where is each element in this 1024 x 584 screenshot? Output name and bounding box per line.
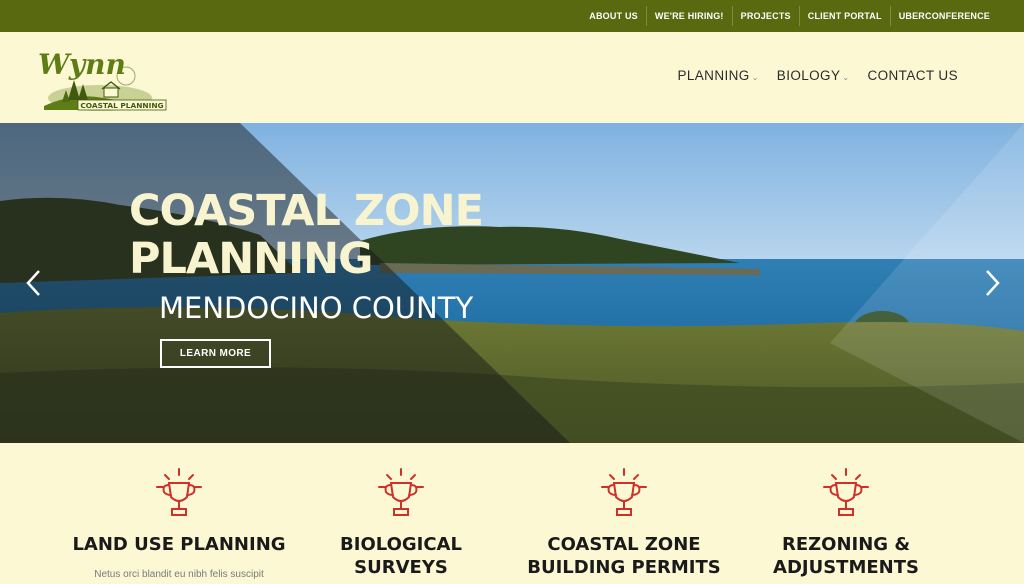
service-card[interactable]: BIOLOGICAL SURVEYS: [291, 467, 511, 579]
topbar-link-uberconference[interactable]: UBERCONFERENCE: [889, 6, 998, 26]
topbar-link-client-portal[interactable]: CLIENT PORTAL: [798, 6, 890, 26]
services-section: LAND USE PLANNING Netus orci blandit eu …: [0, 443, 1024, 584]
topbar-link-about-us[interactable]: ABOUT US: [581, 6, 646, 26]
trophy-icon: [378, 468, 424, 516]
chevron-down-icon: ⌄: [751, 72, 759, 82]
slider-prev-arrow-icon[interactable]: [24, 268, 44, 298]
service-card[interactable]: COASTAL ZONE BUILDING PERMITS: [514, 467, 734, 579]
service-title-line1: BIOLOGICAL: [340, 534, 462, 555]
logo-banner-text: COASTAL PLANNING: [80, 101, 163, 110]
learn-more-button[interactable]: LEARN MORE: [160, 339, 271, 368]
hero-title-line1: COASTAL ZONE: [129, 186, 484, 236]
service-description: Netus orci blandit eu nibh felis suscipi…: [94, 569, 264, 580]
nav-item-planning[interactable]: PLANNING ⌄: [677, 68, 758, 83]
logo-script-text: Wynn: [38, 48, 126, 81]
nav-item-label: BIOLOGY: [776, 68, 841, 83]
chevron-down-icon: ⌄: [842, 72, 850, 82]
trophy-icon: [156, 468, 202, 516]
hero-slider: COASTAL ZONE PLANNING MENDOCINO COUNTY L…: [0, 123, 1024, 443]
trophy-icon: [823, 468, 869, 516]
main-nav: PLANNING ⌄ BIOLOGY ⌄ CONTACT US: [677, 68, 958, 83]
hero-title: COASTAL ZONE PLANNING: [129, 186, 484, 284]
service-title-line2: SURVEYS: [354, 557, 448, 578]
service-title-line1: REZONING &: [781, 534, 911, 555]
nav-item-biology[interactable]: BIOLOGY ⌄: [777, 68, 850, 83]
hero-subtitle: MENDOCINO COUNTY: [159, 291, 474, 325]
nav-item-label: PLANNING: [677, 68, 750, 83]
company-logo[interactable]: Wynn COASTAL PLANNING: [34, 40, 174, 118]
service-title-line2: ADJUSTMENTS: [773, 557, 919, 578]
nav-item-label: CONTACT US: [867, 68, 958, 83]
service-card[interactable]: LAND USE PLANNING Netus orci blandit eu …: [69, 467, 289, 580]
site-header: Wynn COASTAL PLANNING PLANNING ⌄ BIOLOGY…: [0, 32, 1024, 123]
slider-next-arrow-icon[interactable]: [982, 268, 1002, 298]
service-title-line1: LAND USE PLANNING: [72, 534, 286, 555]
top-utility-bar: ABOUT US WE'RE HIRING! PROJECTS CLIENT P…: [0, 0, 1024, 32]
service-title-line1: COASTAL ZONE: [547, 534, 701, 555]
service-card[interactable]: REZONING & ADJUSTMENTS: [736, 467, 956, 579]
hero-title-line2: PLANNING: [129, 234, 373, 284]
service-title-line2: BUILDING PERMITS: [527, 557, 721, 578]
topbar-link-hiring[interactable]: WE'RE HIRING!: [645, 6, 732, 26]
trophy-icon: [601, 468, 647, 516]
nav-item-contact-us[interactable]: CONTACT US: [867, 68, 958, 83]
topbar-link-projects[interactable]: PROJECTS: [731, 6, 799, 26]
